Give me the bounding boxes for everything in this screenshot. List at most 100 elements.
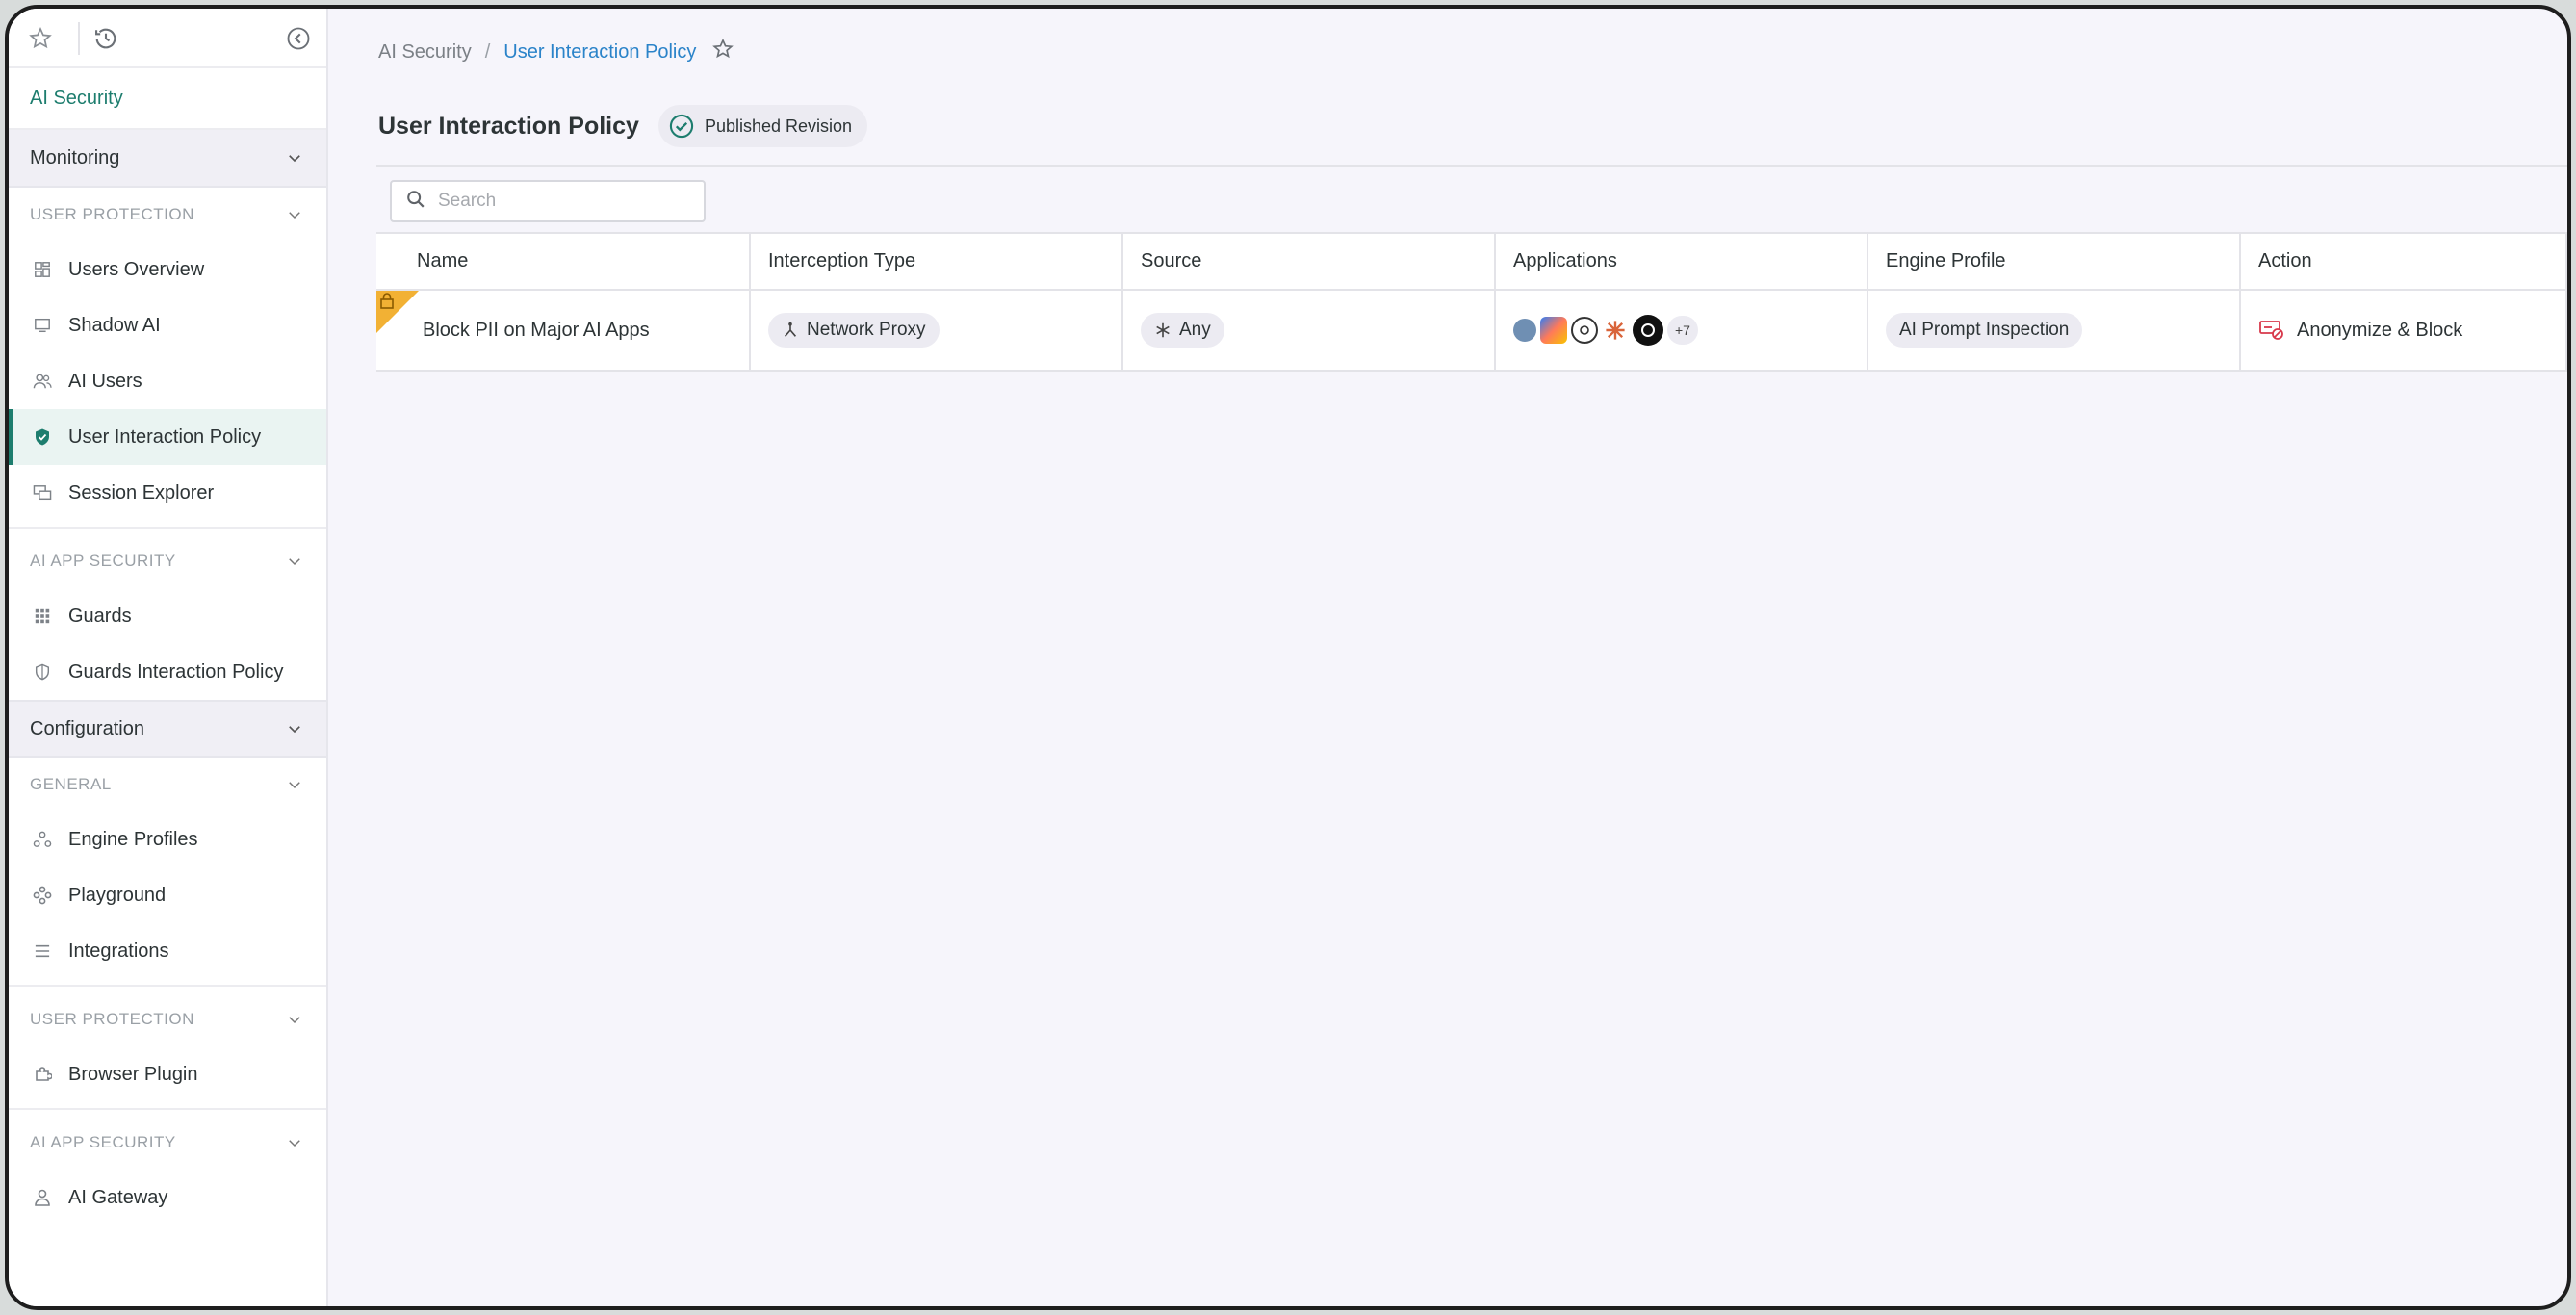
claude-app-icon: [1602, 317, 1629, 344]
sidebar-divider: [9, 985, 326, 987]
cell-applications: +7: [1495, 290, 1868, 372]
group-ai-app-security-2[interactable]: AI APP SECURITY: [9, 1116, 326, 1170]
policy-name[interactable]: Block PII on Major AI Apps: [423, 320, 650, 341]
main-content: AI Security / User Interaction Policy Us…: [328, 9, 2567, 1306]
sidebar-item-users-overview[interactable]: Users Overview: [9, 242, 326, 297]
sidebar-item-user-interaction-policy[interactable]: User Interaction Policy: [9, 409, 326, 465]
app-window: AI Security Monitoring USER PROTECTION U…: [5, 5, 2571, 1310]
chevron-down-icon: [289, 726, 300, 734]
breadcrumb: AI Security / User Interaction Policy: [378, 38, 734, 66]
section-configuration[interactable]: Configuration: [9, 700, 326, 758]
column-header-engine-profile[interactable]: Engine Profile: [1868, 234, 2241, 291]
sidebar-item-label: Browser Plugin: [68, 1063, 198, 1085]
group-label: USER PROTECTION: [30, 1010, 194, 1028]
copilot-app-icon: [1513, 319, 1536, 342]
sidebar-item-label: Playground: [68, 884, 167, 906]
status-label: Published Revision: [704, 116, 853, 136]
action-indicator: Anonymize & Block: [2258, 319, 2565, 342]
column-header-action[interactable]: Action: [2240, 234, 2567, 291]
sidebar-item-label: User Interaction Policy: [68, 425, 262, 448]
network-proxy-icon: [782, 322, 799, 339]
lock-icon: [376, 291, 419, 333]
page-header: User Interaction Policy Published Revisi…: [378, 105, 868, 147]
page-title: User Interaction Policy: [378, 112, 639, 140]
cell-engine-profile: AI Prompt Inspection: [1868, 290, 2241, 372]
column-header-interception-type[interactable]: Interception Type: [750, 234, 1123, 291]
search-box[interactable]: [390, 180, 706, 222]
policy-table: Name Interception Type Source Applicatio…: [376, 234, 2567, 372]
plugin-icon: [30, 1062, 55, 1087]
cell-action: Anonymize & Block: [2240, 290, 2567, 372]
gamepad-icon: [30, 883, 55, 908]
column-header-source[interactable]: Source: [1122, 234, 1496, 291]
group-user-protection[interactable]: USER PROTECTION: [9, 188, 326, 242]
chevron-down-icon: [289, 782, 300, 789]
app-title[interactable]: AI Security: [9, 68, 326, 130]
collapse-sidebar-icon[interactable]: [284, 24, 313, 53]
breadcrumb-root-link[interactable]: AI Security: [378, 41, 472, 64]
sidebar-toolbar: [9, 9, 326, 68]
sidebar-item-label: Shadow AI: [68, 314, 161, 336]
sidebar-item-ai-gateway[interactable]: AI Gateway: [9, 1170, 326, 1225]
group-general[interactable]: GENERAL: [9, 758, 326, 812]
sidebar-item-guards-interaction-policy[interactable]: Guards Interaction Policy: [9, 644, 326, 700]
gateway-icon: [30, 1185, 55, 1210]
chevron-down-icon: [289, 212, 300, 219]
sidebar-item-label: Users Overview: [68, 258, 205, 280]
search-icon: [405, 189, 426, 215]
applications-list[interactable]: +7: [1513, 315, 1867, 346]
sidebar-item-ai-users[interactable]: AI Users: [9, 353, 326, 409]
chevron-down-icon: [289, 155, 300, 163]
group-label: AI APP SECURITY: [30, 552, 176, 570]
users-icon: [30, 369, 55, 394]
chip-label: Network Proxy: [807, 320, 926, 340]
interception-type-chip: Network Proxy: [768, 313, 940, 348]
sidebar-item-guards[interactable]: Guards: [9, 588, 326, 644]
favorite-star-icon[interactable]: [711, 38, 734, 66]
breadcrumb-current: User Interaction Policy: [503, 40, 697, 63]
sidebar-item-label: Session Explorer: [68, 481, 215, 503]
sidebar-divider: [9, 1108, 326, 1110]
table-toolbar: [376, 167, 2567, 234]
more-apps-badge[interactable]: +7: [1667, 316, 1698, 345]
nodes-icon: [30, 827, 55, 852]
sidebar-item-session-explorer[interactable]: Session Explorer: [9, 465, 326, 521]
chevron-down-icon: [289, 1017, 300, 1024]
monitor-icon: [30, 313, 55, 338]
gemini-app-icon: [1540, 317, 1567, 344]
chip-label: Any: [1179, 320, 1211, 340]
action-label: Anonymize & Block: [2297, 319, 2463, 341]
group-ai-app-security[interactable]: AI APP SECURITY: [9, 534, 326, 588]
sidebar-item-label: Guards Interaction Policy: [68, 660, 284, 683]
group-label: AI APP SECURITY: [30, 1133, 176, 1151]
search-input[interactable]: [438, 191, 679, 212]
history-icon[interactable]: [91, 24, 120, 53]
sidebar-item-browser-plugin[interactable]: Browser Plugin: [9, 1046, 326, 1102]
sidebar-item-engine-profiles[interactable]: Engine Profiles: [9, 812, 326, 867]
grid-icon: [30, 604, 55, 629]
section-label: Configuration: [30, 717, 144, 739]
group-user-protection-2[interactable]: USER PROTECTION: [9, 993, 326, 1046]
section-monitoring[interactable]: Monitoring: [9, 130, 326, 188]
chevron-down-icon: [289, 558, 300, 566]
star-icon[interactable]: [26, 24, 55, 53]
shield-check-icon: [30, 425, 55, 450]
sidebar-item-label: Engine Profiles: [68, 828, 198, 850]
sidebar-item-integrations[interactable]: Integrations: [9, 923, 326, 979]
block-icon: [2258, 319, 2285, 342]
sidebar-item-shadow-ai[interactable]: Shadow AI: [9, 297, 326, 353]
sidebar-item-label: Integrations: [68, 940, 169, 962]
cell-name: Block PII on Major AI Apps: [376, 290, 751, 372]
column-header-name[interactable]: Name: [376, 234, 751, 291]
cell-source: Any: [1122, 290, 1496, 372]
table-row[interactable]: Block PII on Major AI Apps Network Proxy: [376, 290, 2567, 372]
engine-profile-chip[interactable]: AI Prompt Inspection: [1886, 313, 2083, 348]
asterisk-icon: [1154, 322, 1172, 339]
column-header-applications[interactable]: Applications: [1495, 234, 1868, 291]
list-icon: [30, 939, 55, 964]
table-header-row: Name Interception Type Source Applicatio…: [376, 234, 2567, 291]
cell-interception-type: Network Proxy: [750, 290, 1123, 372]
sidebar-item-playground[interactable]: Playground: [9, 867, 326, 923]
dashboard-icon: [30, 257, 55, 282]
chat-icon: [30, 480, 55, 505]
